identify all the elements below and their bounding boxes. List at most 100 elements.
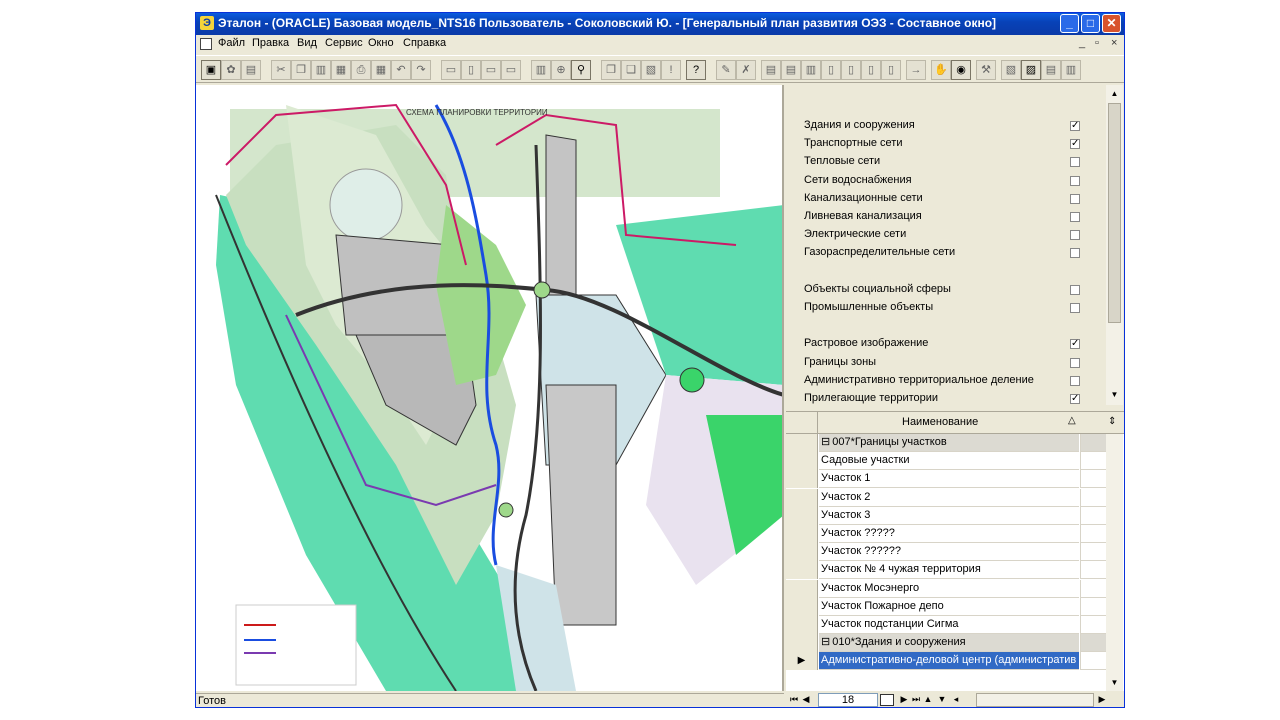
gear-icon[interactable]: ✿ (221, 60, 241, 80)
row-name-cell[interactable]: Садовые участки (819, 452, 1079, 471)
row-name-cell[interactable]: Участок 2 (819, 489, 1079, 507)
paste-icon[interactable]: ▥ (311, 60, 331, 80)
map-print-icon[interactable]: ▤ (1041, 60, 1061, 80)
report2-icon[interactable]: ▤ (781, 60, 801, 80)
table-row[interactable]: Участок Пожарное депо (786, 597, 1124, 616)
table-icon[interactable]: ▦ (371, 60, 391, 80)
row-indicator[interactable] (786, 452, 818, 471)
row-name-cell[interactable]: Участок ????? (819, 525, 1079, 543)
edit-page-icon[interactable]: ▯ (461, 60, 481, 80)
column-header-name[interactable]: Наименование (902, 416, 978, 428)
menu-view[interactable]: Вид (297, 37, 317, 49)
doc2-icon[interactable]: ▯ (841, 60, 861, 80)
doc3-icon[interactable]: ▯ (861, 60, 881, 80)
group-row[interactable]: ⊟ 007*Границы участков (786, 434, 1124, 452)
row-extra-cell[interactable] (1080, 652, 1106, 671)
group-row[interactable]: ⊟ 010*Здания и сооружения (786, 634, 1124, 653)
row-indicator[interactable]: ▶ (786, 652, 818, 671)
column-chooser-icon[interactable]: ⇕ (1108, 416, 1116, 427)
row-indicator[interactable] (786, 525, 818, 543)
row-name-cell[interactable]: Участок ?????? (819, 543, 1079, 562)
doc1-icon[interactable]: ▯ (821, 60, 841, 80)
scroll-down-icon[interactable]: ▼ (1107, 387, 1122, 402)
layer-checkbox[interactable]: ✓ (1070, 139, 1080, 150)
map-canvas[interactable]: СХЕМА ПЛАНИРОВКИ ТЕРРИТОРИИ (196, 85, 784, 691)
row-indicator[interactable] (786, 579, 818, 598)
layer-checkbox[interactable] (1070, 303, 1080, 313)
layer-checkbox[interactable] (1070, 175, 1080, 186)
export-icon[interactable]: ▥ (801, 60, 821, 80)
attach-icon[interactable]: ✎ (716, 60, 736, 80)
layer-checkbox[interactable]: ✓ (1070, 121, 1080, 131)
row-indicator[interactable] (786, 597, 818, 616)
page-list-icon[interactable]: ▭ (481, 60, 501, 80)
row-indicator[interactable] (786, 470, 818, 489)
binoculars-icon[interactable]: ⚲ (571, 60, 591, 80)
layer-checkbox[interactable]: ✓ (1070, 394, 1080, 404)
first-record-button[interactable]: ⏮ (788, 693, 800, 706)
row-indicator[interactable] (786, 616, 818, 634)
row-extra-cell[interactable] (1080, 525, 1106, 543)
prev-record-button[interactable]: ◀ (800, 693, 812, 706)
row-name-cell[interactable]: Участок № 4 чужая территория (819, 561, 1079, 580)
layer-checkbox[interactable] (1070, 212, 1080, 222)
properties-icon[interactable]: ▧ (641, 60, 661, 80)
menu-help[interactable]: Справка (403, 37, 446, 49)
row-extra-cell[interactable] (1080, 434, 1106, 452)
row-indicator[interactable] (786, 506, 818, 525)
row-extra-cell[interactable] (1080, 452, 1106, 471)
mdi-close-button[interactable]: × (1111, 37, 1117, 49)
row-name-cell[interactable]: Участок 3 (819, 507, 1079, 525)
menu-service[interactable]: Сервис (325, 37, 363, 49)
row-name-cell[interactable]: Участок Пожарное депо (819, 598, 1079, 616)
arrow-right-icon[interactable]: → (906, 60, 926, 80)
redo-icon[interactable]: ↷ (411, 60, 431, 80)
layer-checkbox[interactable] (1070, 284, 1080, 295)
copy-icon[interactable]: ❐ (291, 60, 311, 80)
help-icon[interactable]: ? (686, 60, 706, 80)
search-icon[interactable]: ⊕ (551, 60, 571, 80)
globe-icon[interactable]: ◉ (951, 60, 971, 80)
row-extra-cell[interactable] (1080, 634, 1106, 653)
scroll-thumb[interactable] (1108, 103, 1121, 323)
table-row[interactable]: Участок 1 (786, 470, 1124, 489)
delete-icon[interactable]: ✗ (736, 60, 756, 80)
table-row[interactable]: Участок Мосэнерго (786, 579, 1124, 598)
undo-icon[interactable]: ↶ (391, 60, 411, 80)
layer-checkbox[interactable] (1070, 157, 1080, 168)
mdi-minimize-button[interactable]: _ (1079, 37, 1085, 49)
document-icon[interactable] (200, 38, 212, 50)
layer-checkbox[interactable] (1070, 357, 1080, 368)
layer-checkbox[interactable] (1070, 193, 1080, 204)
record-left-button[interactable]: ◂ (950, 693, 962, 706)
page-view-icon[interactable]: ▭ (501, 60, 521, 80)
exclamation-icon[interactable]: ! (661, 60, 681, 80)
sort-icon[interactable]: △ (1068, 415, 1076, 426)
table-row[interactable]: Участок ?????? (786, 543, 1124, 562)
table-row[interactable]: Садовые участки (786, 452, 1124, 471)
table-row[interactable]: Участок 2 (786, 488, 1124, 507)
row-name-cell[interactable]: ⊟ 007*Границы участков (819, 434, 1079, 452)
filter-icon[interactable]: ▥ (531, 60, 551, 80)
map-view[interactable]: СХЕМА ПЛАНИРОВКИ ТЕРРИТОРИИ (196, 85, 784, 691)
save-icon[interactable]: ▤ (241, 60, 261, 80)
table-row[interactable]: Участок № 4 чужая территория (786, 561, 1124, 580)
row-extra-cell[interactable] (1080, 506, 1106, 525)
open-icon[interactable]: ▣ (201, 60, 221, 80)
row-indicator[interactable] (786, 561, 818, 580)
layer-checkbox[interactable] (1070, 248, 1080, 259)
close-button[interactable]: ✕ (1102, 14, 1121, 33)
horizontal-scrollbar[interactable] (976, 693, 1094, 707)
row-extra-cell[interactable] (1080, 597, 1106, 616)
row-indicator[interactable] (786, 543, 818, 562)
maximize-button[interactable]: □ (1081, 14, 1100, 33)
record-down-button[interactable]: ▼ (936, 693, 948, 706)
collapse-icon[interactable]: ⊟ (821, 436, 830, 448)
row-name-cell[interactable]: Участок подстанции Сигма (819, 616, 1079, 634)
menu-window[interactable]: Окно (368, 37, 394, 49)
minimize-button[interactable]: _ (1060, 14, 1079, 33)
preview-icon[interactable]: ▦ (331, 60, 351, 80)
row-indicator[interactable] (786, 434, 818, 452)
row-extra-cell[interactable] (1080, 543, 1106, 562)
row-name-cell[interactable]: Участок Мосэнерго (819, 580, 1079, 598)
